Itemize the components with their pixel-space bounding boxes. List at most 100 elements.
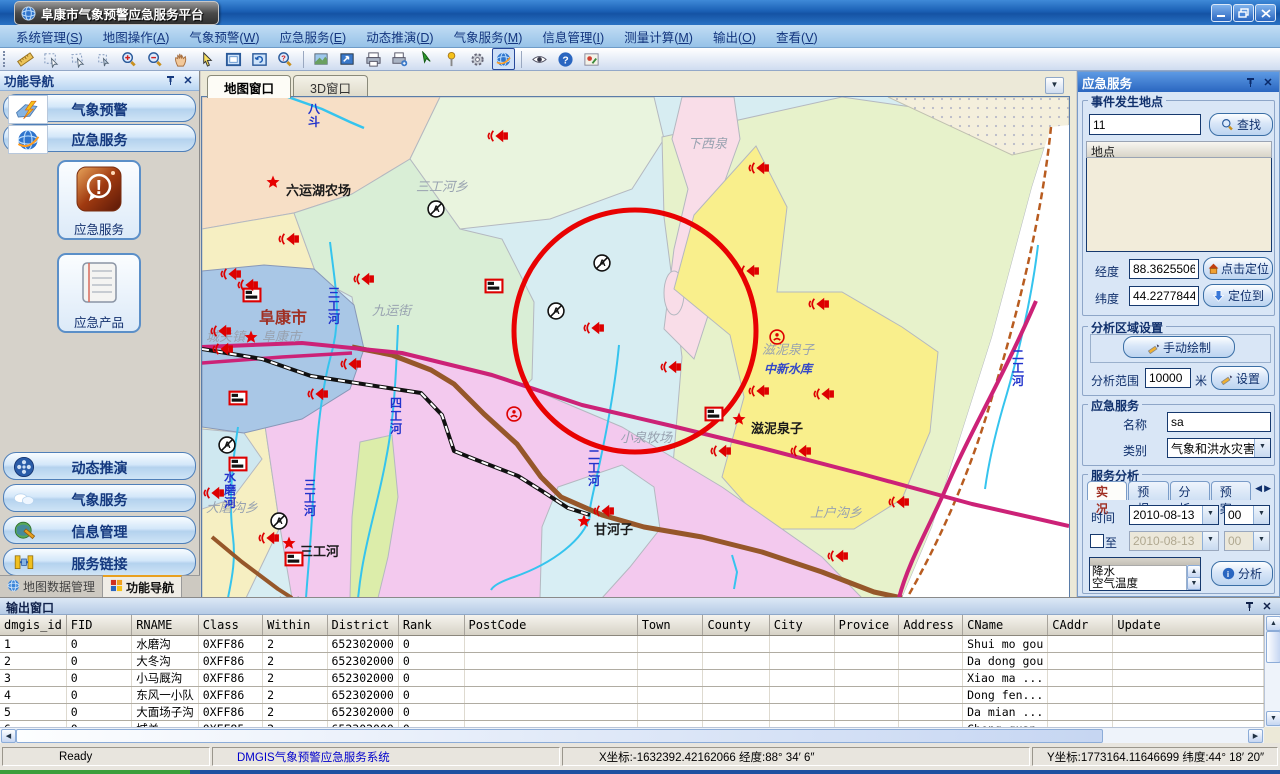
sidebar-section-infoglobe[interactable]: 信息管理 [3,516,196,544]
eye-icon[interactable] [528,48,551,70]
service-name-input[interactable] [1167,412,1271,432]
table-header-cell[interactable]: FID [66,615,131,636]
output-table[interactable]: dmgis_idFIDRNAMEClassWithinDistrictRankP… [0,615,1264,727]
table-row[interactable]: 50大面场子沟0XFF8626523020000Da mian ... [0,704,1264,721]
service-type-select[interactable]: 气象和洪水灾害 ▼ [1167,438,1271,458]
chevron-down-icon[interactable]: ▼ [1202,506,1218,524]
scroll-right-icon[interactable]: ▶ [1248,729,1263,743]
sidebar-section-clouds[interactable]: 气象服务 [3,484,196,512]
sidebar-section-weather-warning[interactable]: 气象预警 [3,94,196,122]
location-search-input[interactable] [1089,114,1201,135]
table-header-cell[interactable]: CName [963,615,1048,636]
menu-item-S[interactable]: 系统管理(S) [6,25,93,48]
restore-button[interactable] [1233,4,1254,22]
table-header-cell[interactable]: Update [1113,615,1264,636]
analysis-tab-实况[interactable]: 实况 [1087,481,1127,500]
hour2-select[interactable]: 00 ▼ [1224,531,1270,551]
tab-scroll-left-icon[interactable]: ◀ [1255,483,1262,494]
shortcut-emergency[interactable]: !应急服务 [57,160,141,240]
sidebar-section-globe[interactable]: 应急服务 [3,124,196,152]
flag-marker-icon[interactable] [244,289,261,302]
table-header-cell[interactable]: dmgis_id [0,615,66,636]
station-marker-icon[interactable] [219,437,235,453]
click-locate-button[interactable]: 点击定位 [1203,257,1273,280]
date2-select[interactable]: 2010-08-13 ▼ [1129,531,1219,551]
print-icon[interactable] [362,48,385,70]
table-header-cell[interactable]: RNAME [132,615,199,636]
close-button[interactable] [1255,4,1276,22]
station-marker-icon[interactable] [428,201,444,217]
settings-gear-icon[interactable] [466,48,489,70]
menu-item-I[interactable]: 信息管理(I) [532,25,614,48]
map-tab-3D窗口[interactable]: 3D窗口 [293,75,368,98]
chevron-down-icon[interactable]: ▼ [1254,439,1270,457]
analysis-tab-预案[interactable]: 预案 [1211,481,1251,500]
analysis-tab-分析[interactable]: 分析 [1170,481,1210,500]
flag-marker-icon[interactable] [230,392,247,405]
export-map-icon[interactable] [336,48,359,70]
hscroll-thumb[interactable] [16,729,1103,743]
measure-icon[interactable] [14,48,37,70]
table-header-cell[interactable]: Within [263,615,327,636]
left-panel-tab-navtab[interactable]: 功能导航 [103,575,182,597]
list-scrollbar[interactable]: ▲ ▼ [1186,565,1200,590]
table-row[interactable]: 40东风一小队0XFF8626523020000Dong fen... [0,687,1264,704]
snapshot-icon[interactable] [580,48,603,70]
place-list-header[interactable]: 地点 [1086,141,1272,158]
set-range-button[interactable]: 设置 [1211,366,1269,390]
search-button[interactable]: 查找 [1209,113,1273,136]
table-header-cell[interactable]: County [703,615,769,636]
close-panel-icon[interactable]: ✕ [1260,600,1274,613]
identify-icon[interactable]: ? [274,48,297,70]
station-marker-icon[interactable] [594,255,610,271]
menu-item-M[interactable]: 气象服务(M) [444,25,533,48]
element-list-item[interactable]: 降水 [1092,566,1200,578]
menu-item-A[interactable]: 地图操作(A) [93,25,180,48]
scroll-left-icon[interactable]: ◀ [1,729,16,743]
pin-icon[interactable] [1243,76,1257,89]
chevron-down-icon[interactable]: ▼ [1253,506,1269,524]
flag-marker-icon[interactable] [230,458,247,471]
full-extent-icon[interactable] [222,48,245,70]
table-header-cell[interactable]: Provice [834,615,899,636]
globe-icon[interactable] [492,48,515,70]
scroll-up-icon[interactable]: ▲ [1266,616,1280,631]
table-header-cell[interactable]: Class [198,615,262,636]
table-header-cell[interactable]: City [769,615,834,636]
chevron-down-icon[interactable]: ▼ [1202,532,1218,550]
menu-item-M[interactable]: 测量计算(M) [614,25,703,48]
zoom-out-icon[interactable] [144,48,167,70]
table-header-cell[interactable]: Rank [398,615,464,636]
vscroll-thumb[interactable] [1266,631,1280,663]
pin-icon[interactable] [1242,600,1256,613]
zoom-in-icon[interactable] [118,48,141,70]
hour-select[interactable]: 00 ▼ [1224,505,1270,525]
element-list-item[interactable]: 空气温度 [1092,578,1200,590]
manual-draw-button[interactable]: 手动绘制 [1123,336,1235,358]
refresh-icon[interactable] [248,48,271,70]
menu-item-V[interactable]: 查看(V) [766,25,828,48]
pan-icon[interactable] [170,48,193,70]
map-tab-地图窗口[interactable]: 地图窗口 [207,75,291,98]
pin-icon[interactable] [163,74,177,87]
pointer-icon[interactable] [196,48,219,70]
select-rect-icon[interactable] [40,48,63,70]
shortcut-product[interactable]: 应急产品 [57,253,141,333]
table-row[interactable]: 20大冬沟0XFF8626523020000Da dong gou [0,653,1264,670]
menu-item-E[interactable]: 应急服务(E) [270,25,357,48]
date-select[interactable]: 2010-08-13 ▼ [1129,505,1219,525]
flag-marker-icon[interactable] [286,553,303,566]
sidebar-section-replay[interactable]: 动态推演 [3,452,196,480]
map-canvas[interactable]: A [201,96,1070,599]
green-pointer-icon[interactable] [414,48,437,70]
place-list[interactable] [1086,158,1272,252]
output-vscrollbar[interactable]: ▲ ▼ [1264,615,1280,727]
analyze-button[interactable]: i 分析 [1211,561,1273,586]
map-tab-dropdown-icon[interactable]: ▼ [1045,77,1064,94]
table-header-cell[interactable]: Town [637,615,703,636]
latitude-input[interactable] [1129,286,1199,306]
goto-location-button[interactable]: 定位到 [1203,284,1273,307]
station-marker-icon[interactable] [548,303,564,319]
help-icon[interactable]: ? [554,48,577,70]
flag-marker-icon[interactable] [706,408,723,421]
